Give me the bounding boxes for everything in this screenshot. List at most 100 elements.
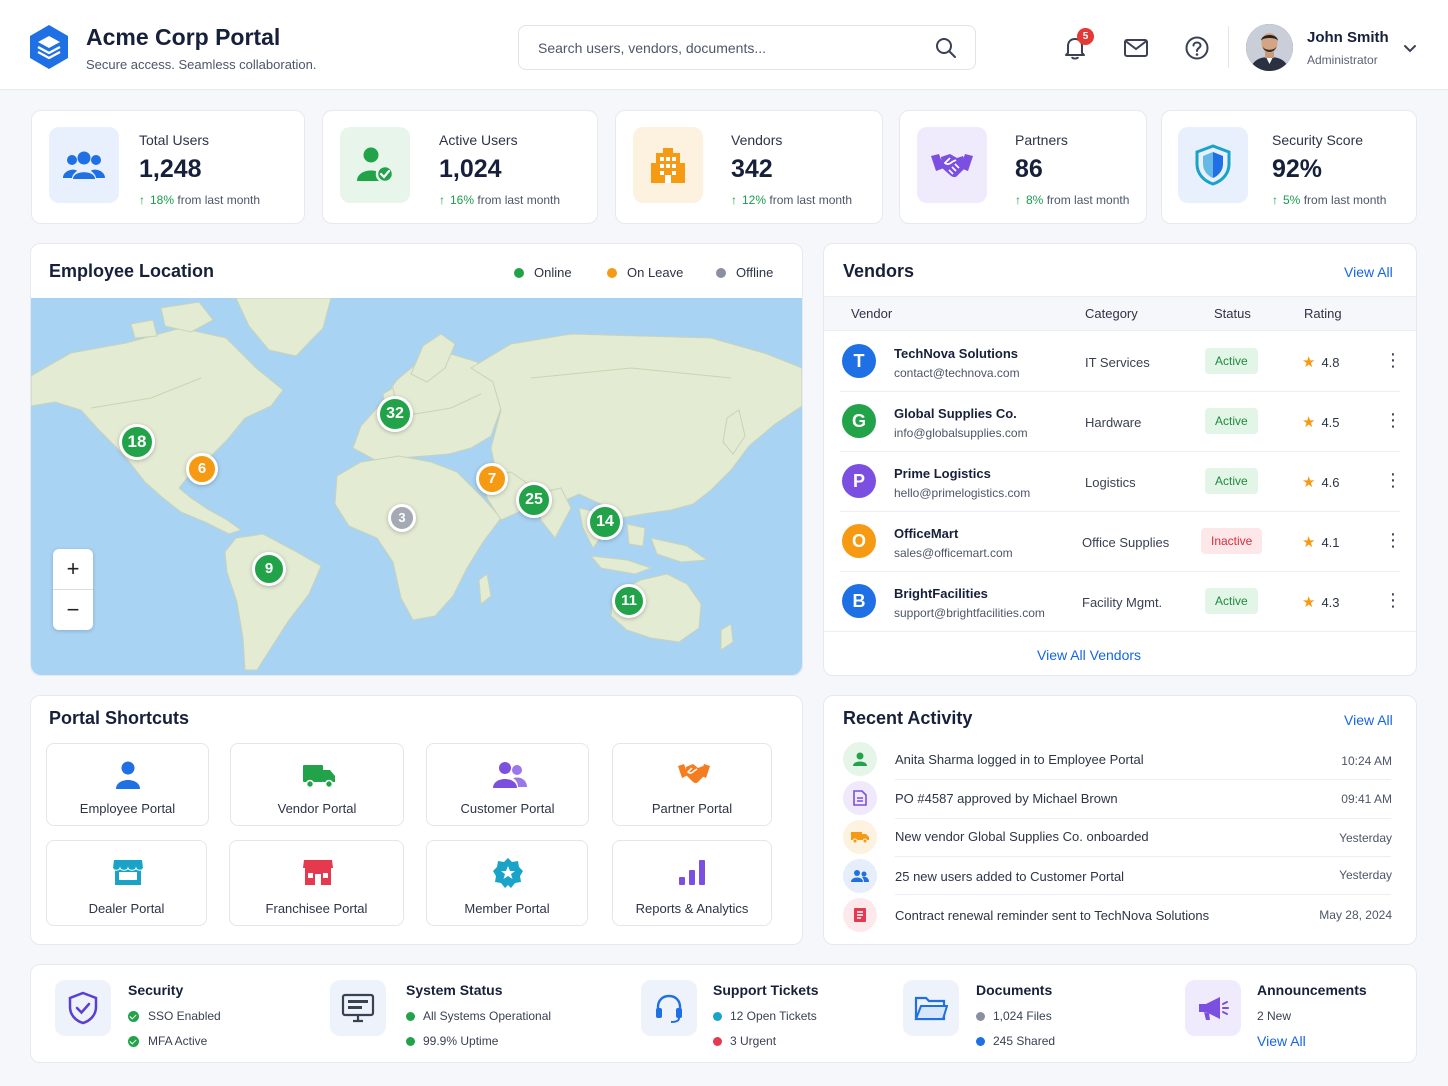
document-shared[interactable]: 245 Shared <box>976 1034 1055 1048</box>
vendor-email[interactable]: info@globalsupplies.com <box>894 426 1028 440</box>
map-zoom-controls: + − <box>53 549 93 630</box>
activity-text[interactable]: Anita Sharma logged in to Employee Porta… <box>895 752 1144 767</box>
shortcut-member-portal[interactable]: Member Portal <box>426 840 588 926</box>
mail-icon[interactable] <box>1122 35 1150 63</box>
announcements-view-all-link[interactable]: View All <box>1257 1033 1306 1049</box>
star-icon: ★ <box>1302 594 1316 611</box>
vendor-name[interactable]: OfficeMart <box>894 526 958 541</box>
activity-text[interactable]: PO #4587 approved by Michael Brown <box>895 791 1118 806</box>
star-icon: ★ <box>1302 414 1316 431</box>
truck-icon <box>843 820 877 854</box>
shortcut-reports-analytics[interactable]: Reports & Analytics <box>612 840 772 926</box>
activity-view-all-link[interactable]: View All <box>1344 712 1393 728</box>
shortcut-franchisee-portal[interactable]: Franchisee Portal <box>229 840 404 926</box>
chevron-down-icon[interactable] <box>1402 40 1418 56</box>
shortcut-employee-portal[interactable]: Employee Portal <box>46 743 209 826</box>
document-files[interactable]: 1,024 Files <box>976 1009 1052 1023</box>
arrow-up-icon: ↑ <box>731 193 737 207</box>
stat-value: 92% <box>1272 155 1323 183</box>
check-circle-icon <box>128 1010 139 1022</box>
handshake-icon <box>917 127 987 203</box>
vendor-name[interactable]: BrightFacilities <box>894 586 988 601</box>
legend-online[interactable]: Online <box>514 265 572 280</box>
more-vertical-icon[interactable]: ⋮ <box>1384 531 1402 549</box>
vendor-category: Logistics <box>1085 475 1136 490</box>
vendor-avatar: O <box>842 524 876 558</box>
avatar[interactable] <box>1246 24 1293 71</box>
map-marker-offline[interactable]: 3 <box>388 504 416 532</box>
stat-card-total-users[interactable]: Total Users 1,248 ↑ 18% from last month <box>31 110 305 224</box>
stat-value: 1,024 <box>439 155 502 183</box>
more-vertical-icon[interactable]: ⋮ <box>1384 411 1402 429</box>
zoom-out-button[interactable]: − <box>53 590 93 630</box>
stat-label: Vendors <box>731 132 783 148</box>
vendor-name[interactable]: Global Supplies Co. <box>894 406 1017 421</box>
notification-badge: 5 <box>1077 28 1094 45</box>
search-input[interactable] <box>518 25 976 70</box>
shortcut-customer-portal[interactable]: Customer Portal <box>426 743 589 826</box>
stat-card-security-score[interactable]: Security Score 92% ↑ 5% from last month <box>1161 110 1417 224</box>
map-marker-on-leave[interactable]: 6 <box>186 453 218 485</box>
activity-text[interactable]: New vendor Global Supplies Co. onboarded <box>895 829 1149 844</box>
announcements-title: Announcements <box>1257 982 1367 998</box>
search-icon[interactable] <box>934 36 958 60</box>
vendor-avatar: G <box>842 404 876 438</box>
map-marker-online[interactable]: 11 <box>612 584 646 618</box>
stat-delta: ↑ 12% from last month <box>731 193 853 207</box>
vendors-view-all-link[interactable]: View All <box>1344 264 1393 280</box>
map-marker-online[interactable]: 14 <box>587 504 623 540</box>
zoom-in-button[interactable]: + <box>53 549 93 589</box>
legend-on-leave[interactable]: On Leave <box>607 265 683 280</box>
vendor-name[interactable]: Prime Logistics <box>894 466 991 481</box>
layers-logo-icon[interactable] <box>28 24 70 70</box>
vendor-email[interactable]: sales@officemart.com <box>894 546 1013 560</box>
legend-offline[interactable]: Offline <box>716 265 773 280</box>
column-header-status[interactable]: Status <box>1214 306 1251 321</box>
open-tickets[interactable]: 12 Open Tickets <box>713 1009 817 1023</box>
user-name[interactable]: John Smith <box>1307 29 1389 46</box>
more-vertical-icon[interactable]: ⋮ <box>1384 591 1402 609</box>
vendor-email[interactable]: hello@primelogistics.com <box>894 486 1030 500</box>
shortcut-label: Dealer Portal <box>88 901 165 916</box>
stat-label: Total Users <box>139 132 210 148</box>
map-marker-online[interactable]: 25 <box>516 482 552 518</box>
column-header-category[interactable]: Category <box>1085 306 1138 321</box>
status-badge: Active <box>1205 468 1258 494</box>
store-icon <box>112 857 143 887</box>
column-header-rating[interactable]: Rating <box>1304 306 1342 321</box>
activity-text[interactable]: Contract renewal reminder sent to TechNo… <box>895 908 1209 923</box>
stat-card-vendors[interactable]: Vendors 342 ↑ 12% from last month <box>615 110 883 224</box>
vendor-email[interactable]: contact@technova.com <box>894 366 1020 380</box>
view-all-vendors-link[interactable]: View All Vendors <box>1037 647 1141 663</box>
map-marker-online[interactable]: 32 <box>377 396 413 432</box>
map-marker-online[interactable]: 9 <box>252 552 286 586</box>
world-map[interactable]: 18 6 32 7 25 3 14 9 11 <box>31 298 802 675</box>
stat-card-active-users[interactable]: Active Users 1,024 ↑ 16% from last month <box>322 110 598 224</box>
vendor-category: Facility Mgmt. <box>1082 595 1163 610</box>
map-marker-on-leave[interactable]: 7 <box>476 463 508 495</box>
stat-delta: ↑ 18% from last month <box>139 193 261 207</box>
stat-label: Active Users <box>439 132 518 148</box>
activity-time: May 28, 2024 <box>1319 908 1392 922</box>
help-icon[interactable] <box>1183 34 1211 62</box>
column-header-vendor[interactable]: Vendor <box>851 306 892 321</box>
status-badge: Active <box>1205 408 1258 434</box>
stat-delta: ↑ 16% from last month <box>439 193 561 207</box>
map-marker-online[interactable]: 18 <box>119 424 155 460</box>
vendor-email[interactable]: support@brightfacilities.com <box>894 606 1045 620</box>
system-operational: All Systems Operational <box>406 1009 551 1023</box>
activity-time: 10:24 AM <box>1341 754 1392 768</box>
shortcut-partner-portal[interactable]: Partner Portal <box>612 743 772 826</box>
activity-text[interactable]: 25 new users added to Customer Portal <box>895 869 1124 884</box>
stat-card-partners[interactable]: Partners 86 ↑ 8% from last month <box>899 110 1147 224</box>
map-title: Employee Location <box>49 261 215 281</box>
headset-icon <box>641 980 697 1036</box>
vendor-avatar: T <box>842 344 876 378</box>
check-circle-icon <box>128 1035 139 1047</box>
shortcut-vendor-portal[interactable]: Vendor Portal <box>230 743 404 826</box>
vendor-name[interactable]: TechNova Solutions <box>894 346 1018 361</box>
more-vertical-icon[interactable]: ⋮ <box>1384 351 1402 369</box>
urgent-tickets[interactable]: 3 Urgent <box>713 1034 776 1048</box>
shortcut-dealer-portal[interactable]: Dealer Portal <box>46 840 207 926</box>
more-vertical-icon[interactable]: ⋮ <box>1384 471 1402 489</box>
